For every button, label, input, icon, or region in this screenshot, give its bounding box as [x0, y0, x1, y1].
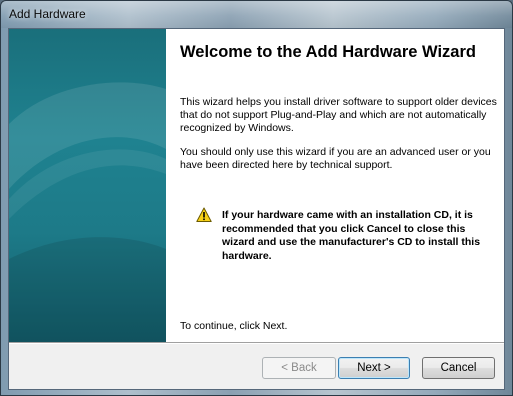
advanced-note-text: You should only use this wizard if you a…	[180, 146, 491, 171]
button-divider	[9, 342, 504, 344]
back-button[interactable]: < Back	[262, 357, 336, 379]
add-hardware-window: Add Hardware Welcome to the Add Hardware…	[0, 0, 513, 396]
wizard-panel: Welcome to the Add Hardware Wizard This …	[8, 28, 505, 390]
next-button[interactable]: Next >	[338, 357, 410, 379]
wizard-sidebar-banner	[9, 29, 166, 342]
wizard-content: Welcome to the Add Hardware Wizard This …	[166, 29, 504, 342]
cancel-button[interactable]: Cancel	[422, 357, 495, 379]
page-title: Welcome to the Add Hardware Wizard	[180, 43, 476, 61]
title-bar[interactable]: Add Hardware	[1, 1, 512, 28]
warning-triangle-icon	[196, 207, 212, 222]
intro-text: This wizard helps you install driver sof…	[180, 96, 497, 134]
continue-hint: To continue, click Next.	[180, 320, 288, 332]
window-title: Add Hardware	[9, 7, 86, 21]
sidebar-swoosh-graphic	[9, 82, 166, 342]
warning-message: If your hardware came with an installati…	[222, 209, 481, 262]
